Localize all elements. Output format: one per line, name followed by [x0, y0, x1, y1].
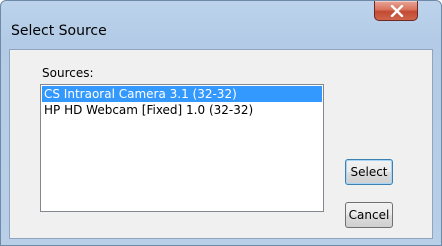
sources-label: Sources:	[42, 66, 94, 80]
dialog-body: Sources: CS Intraoral Camera 3.1 (32-32)…	[9, 49, 433, 239]
cancel-button[interactable]: Cancel	[345, 202, 393, 228]
window-title: Select Source	[11, 23, 107, 39]
select-button[interactable]: Select	[345, 159, 393, 185]
sources-listbox[interactable]: CS Intraoral Camera 3.1 (32-32) HP HD We…	[40, 84, 324, 212]
title-bar[interactable]: Select Source	[1, 1, 441, 39]
close-icon	[390, 5, 404, 17]
close-button[interactable]	[374, 1, 418, 21]
source-item-hp-hd-webcam[interactable]: HP HD Webcam [Fixed] 1.0 (32-32)	[42, 102, 253, 118]
source-item-cs-intraoral-camera[interactable]: CS Intraoral Camera 3.1 (32-32)	[42, 86, 322, 102]
dialog-window: Select Source Sources: CS Intraoral Came…	[0, 0, 442, 246]
